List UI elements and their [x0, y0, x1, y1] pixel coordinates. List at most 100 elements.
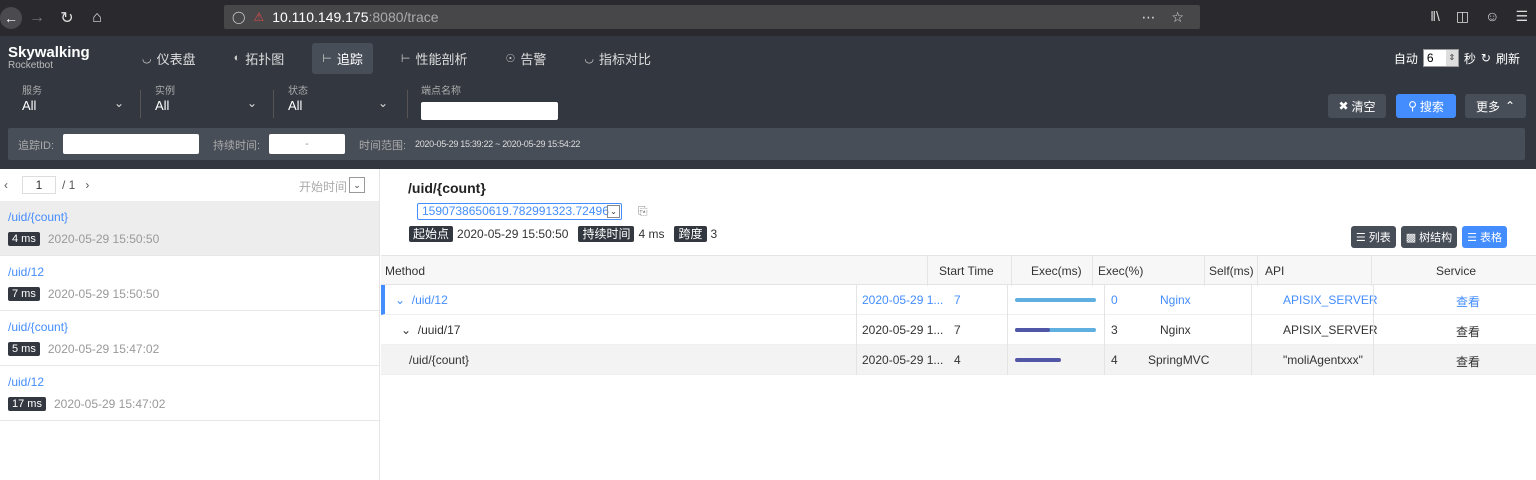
service-cell: "moliAgentxxx" — [1283, 353, 1363, 367]
tree-icon: ▩ — [1405, 231, 1417, 244]
page-total: / 1 — [62, 178, 76, 192]
account-icon[interactable]: ☺ — [1485, 8, 1499, 25]
start-cell: 2020-05-29 1... — [862, 353, 944, 367]
chevron-down-icon: ⌄ — [114, 96, 125, 110]
menu-comparison[interactable]: ◡ 指标对比 — [574, 43, 661, 74]
shield-icon: ◯ — [232, 10, 246, 24]
table-row[interactable]: ⌄ /uid/12 2020-05-29 1... 7 0 Nginx APIS… — [381, 285, 1536, 315]
url-path: :8080/trace — [368, 9, 439, 25]
refresh-button[interactable]: 刷新 — [1496, 50, 1520, 67]
view-table-button[interactable]: ☰ 表格 — [1462, 226, 1507, 248]
sort-select[interactable]: ⌄ — [349, 177, 365, 193]
trace-title: /uid/{count} — [408, 180, 486, 196]
forward-icon[interactable]: → — [22, 9, 52, 27]
clear-button[interactable]: ✖ 清空 — [1328, 94, 1386, 118]
url-bar[interactable]: ◯ ⚠ 10.110.149.175 :8080/trace ⋯ ☆ — [224, 5, 1200, 29]
view-tree-button[interactable]: ▩ 树结构 — [1400, 226, 1458, 248]
trace-icon: ⊢ — [322, 52, 332, 65]
duration-badge: 17 ms — [8, 397, 46, 411]
duration-input[interactable]: - — [269, 134, 345, 154]
close-circle-icon: ✖ — [1338, 99, 1349, 113]
chevron-down-icon: ⌄ — [607, 205, 620, 218]
main-menu: ◡ 仪表盘 ◐ 拓扑图 ⊢ 追踪 ⊢ 性能剖析 ☉ 告警 ◡ 指标对比 — [132, 42, 679, 74]
auto-label: 自动 — [1393, 51, 1418, 66]
exec-ms-cell: 4 — [954, 353, 961, 367]
menu-trace[interactable]: ⊢ 追踪 — [312, 42, 373, 74]
trace-id-label: 追踪ID: — [18, 140, 55, 152]
alarm-icon: ☉ — [505, 52, 516, 65]
table-icon: ☰ — [1467, 231, 1477, 244]
trace-id-input[interactable] — [63, 134, 199, 154]
trace-list-item[interactable]: /uid/12 7 ms 2020-05-29 15:50:50 — [0, 256, 379, 311]
state-select[interactable]: 状态 All ⌄ — [288, 86, 393, 114]
comparison-icon: ◡ — [584, 52, 595, 65]
self-ms-cell: 4 — [1111, 353, 1118, 367]
search-icon: ⚲ — [1408, 99, 1417, 113]
menu-dashboard[interactable]: ◡ 仪表盘 — [132, 43, 206, 74]
menu-topology[interactable]: ◐ 拓扑图 — [224, 43, 295, 74]
time-range-value[interactable]: 2020-05-29 15:39:22 ~ 2020-05-29 15:54:2… — [415, 139, 580, 149]
browser-toolbar: ← → ↻ ⌂ ◯ ⚠ 10.110.149.175 :8080/trace ⋯… — [0, 0, 1536, 36]
start-tag: 起始点 — [409, 226, 454, 242]
logo[interactable]: Skywalking Rocketbot — [8, 45, 118, 71]
prev-page-icon[interactable]: ‹ — [4, 178, 8, 192]
search-button[interactable]: ⚲ 搜索 — [1396, 94, 1456, 118]
dashboard-icon: ◡ — [142, 52, 152, 65]
spinner-icon[interactable]: ⇕ — [1445, 50, 1458, 66]
col-start-time: Start Time — [939, 264, 994, 278]
view-link[interactable]: 查看 — [1456, 353, 1480, 370]
sort-label: 开始时间 — [298, 180, 347, 194]
service-select[interactable]: 服务 All ⌄ — [22, 86, 127, 114]
self-pct-bar — [1015, 328, 1050, 332]
instance-select[interactable]: 实例 All ⌄ — [155, 86, 260, 114]
back-icon[interactable]: ← — [0, 7, 22, 29]
refresh-icon[interactable]: ↻ — [1481, 51, 1491, 65]
menu-profile[interactable]: ⊢ 性能剖析 — [391, 43, 478, 74]
endpoint-input[interactable] — [421, 102, 558, 120]
more-button[interactable]: 更多 ⌃ — [1465, 94, 1526, 118]
trace-list-item[interactable]: /uid/{count} 5 ms 2020-05-29 15:47:02 — [0, 311, 379, 366]
duration-badge: 5 ms — [8, 342, 40, 356]
trace-list-item[interactable]: /uid/12 17 ms 2020-05-29 15:47:02 — [0, 366, 379, 421]
menu-alarm[interactable]: ☉ 告警 — [496, 43, 557, 74]
time-range-label: 时间范围: — [359, 140, 407, 152]
api-cell: SpringMVC — [1148, 353, 1210, 367]
page-input[interactable]: 1 — [22, 176, 56, 194]
menu-icon[interactable]: ☰ — [1515, 8, 1528, 25]
duration-badge: 4 ms — [8, 232, 40, 246]
col-method: Method — [385, 264, 426, 278]
chevron-down-icon: ⌄ — [378, 96, 389, 110]
auto-interval-input[interactable]: 6 ⇕ — [1422, 49, 1459, 67]
reload-icon[interactable]: ↻ — [52, 8, 82, 28]
next-page-icon[interactable]: › — [85, 178, 89, 192]
trace-info: 起始点 2020-05-29 15:50:50 持续时间 4 ms 跨度 3 — [409, 226, 717, 242]
table-row[interactable]: ⌄ /uuid/17 2020-05-29 1... 7 3 Nginx API… — [381, 315, 1536, 345]
url-host: 10.110.149.175 — [272, 9, 369, 25]
method-cell: ⌄ /uuid/17 — [401, 323, 461, 337]
chevron-up-icon: ⌃ — [1504, 99, 1516, 113]
trace-detail-panel: /uid/{count} 1590738650619.782991323.724… — [381, 169, 1536, 480]
view-list-button[interactable]: ☰ 列表 — [1350, 226, 1396, 248]
exec-ms-cell: 7 — [954, 293, 961, 307]
col-service: Service — [1436, 264, 1477, 278]
trace-id-select[interactable]: 1590738650619.782991323.72496 ⌄ — [417, 203, 622, 220]
table-row[interactable]: /uid/{count} 2020-05-29 1... 4 4 SpringM… — [381, 345, 1536, 375]
trace-list-item[interactable]: /uid/{count} 4 ms 2020-05-29 15:50:50 — [0, 201, 379, 256]
view-link[interactable]: 查看 — [1456, 323, 1480, 340]
advanced-filter-bar: 追踪ID: 持续时间: - 时间范围: 2020-05-29 15:39:22 … — [8, 128, 1525, 160]
copy-icon[interactable]: ⎘ — [638, 204, 648, 219]
home-icon[interactable]: ⌂ — [82, 9, 112, 27]
filter-bar: 服务 All ⌄ 实例 All ⌄ 状态 All ⌄ 端点名称 ✖ 清空 ⚲ 搜索 … — [0, 80, 1536, 126]
endpoint-filter: 端点名称 — [421, 86, 461, 97]
duration-value: 4 ms — [638, 227, 665, 241]
col-exec-ms: Exec(ms) — [1031, 264, 1082, 278]
start-value: 2020-05-29 15:50:50 — [457, 227, 569, 241]
view-switcher: ☰ 列表 ▩ 树结构 ☰ 表格 — [1350, 226, 1507, 248]
view-link[interactable]: 查看 — [1456, 293, 1480, 310]
exec-pct-bar — [1015, 298, 1096, 302]
sidebar-icon[interactable]: ◫ — [1456, 8, 1469, 25]
library-icon[interactable]: ‖\ — [1430, 8, 1440, 25]
insecure-lock-icon[interactable]: ⚠ — [253, 10, 264, 24]
profile-icon: ⊢ — [400, 52, 411, 65]
page-actions-icon[interactable]: ⋯ ☆ — [1142, 9, 1190, 26]
